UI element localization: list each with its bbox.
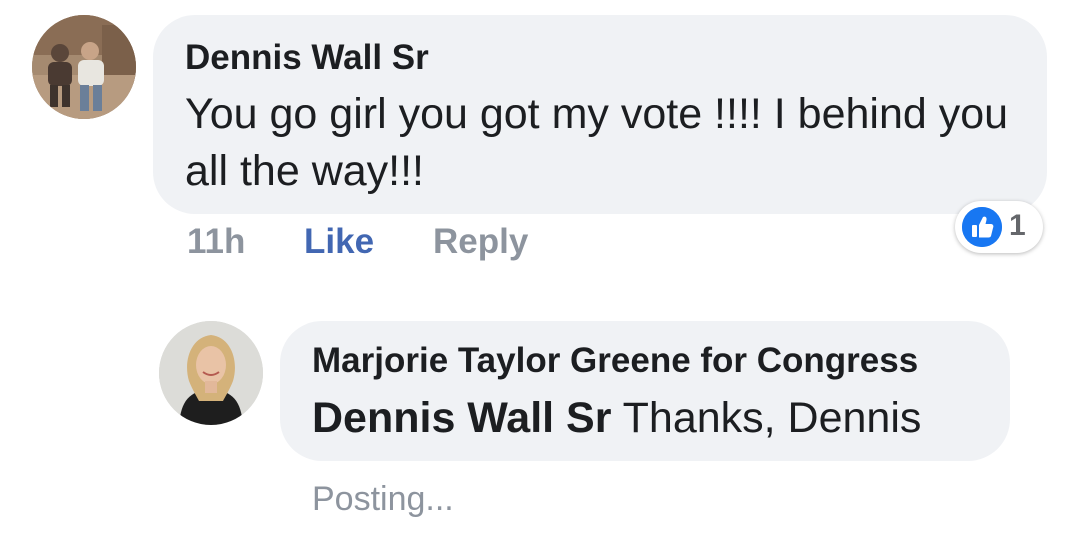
avatar[interactable] (32, 15, 136, 119)
comment-timestamp[interactable]: 11h (187, 222, 245, 262)
reply-author[interactable]: Marjorie Taylor Greene for Congress (312, 341, 918, 381)
reply-avatar-photo (159, 321, 263, 425)
reply-text: Dennis Wall Sr Thanks, Dennis (312, 393, 921, 443)
thumbs-up-icon (962, 207, 1002, 247)
comment-author[interactable]: Dennis Wall Sr (185, 38, 429, 78)
posting-status: Posting... (312, 480, 454, 518)
avatar-photo (32, 15, 136, 119)
reaction-count: 1 (1009, 209, 1026, 242)
reply-avatar[interactable] (159, 321, 263, 425)
comment-thread: Dennis Wall Sr You go girl you got my vo… (0, 0, 1080, 544)
reply-message: Thanks, Dennis (611, 394, 922, 442)
reply-button[interactable]: Reply (433, 222, 528, 262)
mention-link[interactable]: Dennis Wall Sr (312, 394, 611, 442)
comment-text: You go girl you got my vote !!!! I behin… (185, 90, 1009, 195)
like-button[interactable]: Like (304, 222, 374, 262)
